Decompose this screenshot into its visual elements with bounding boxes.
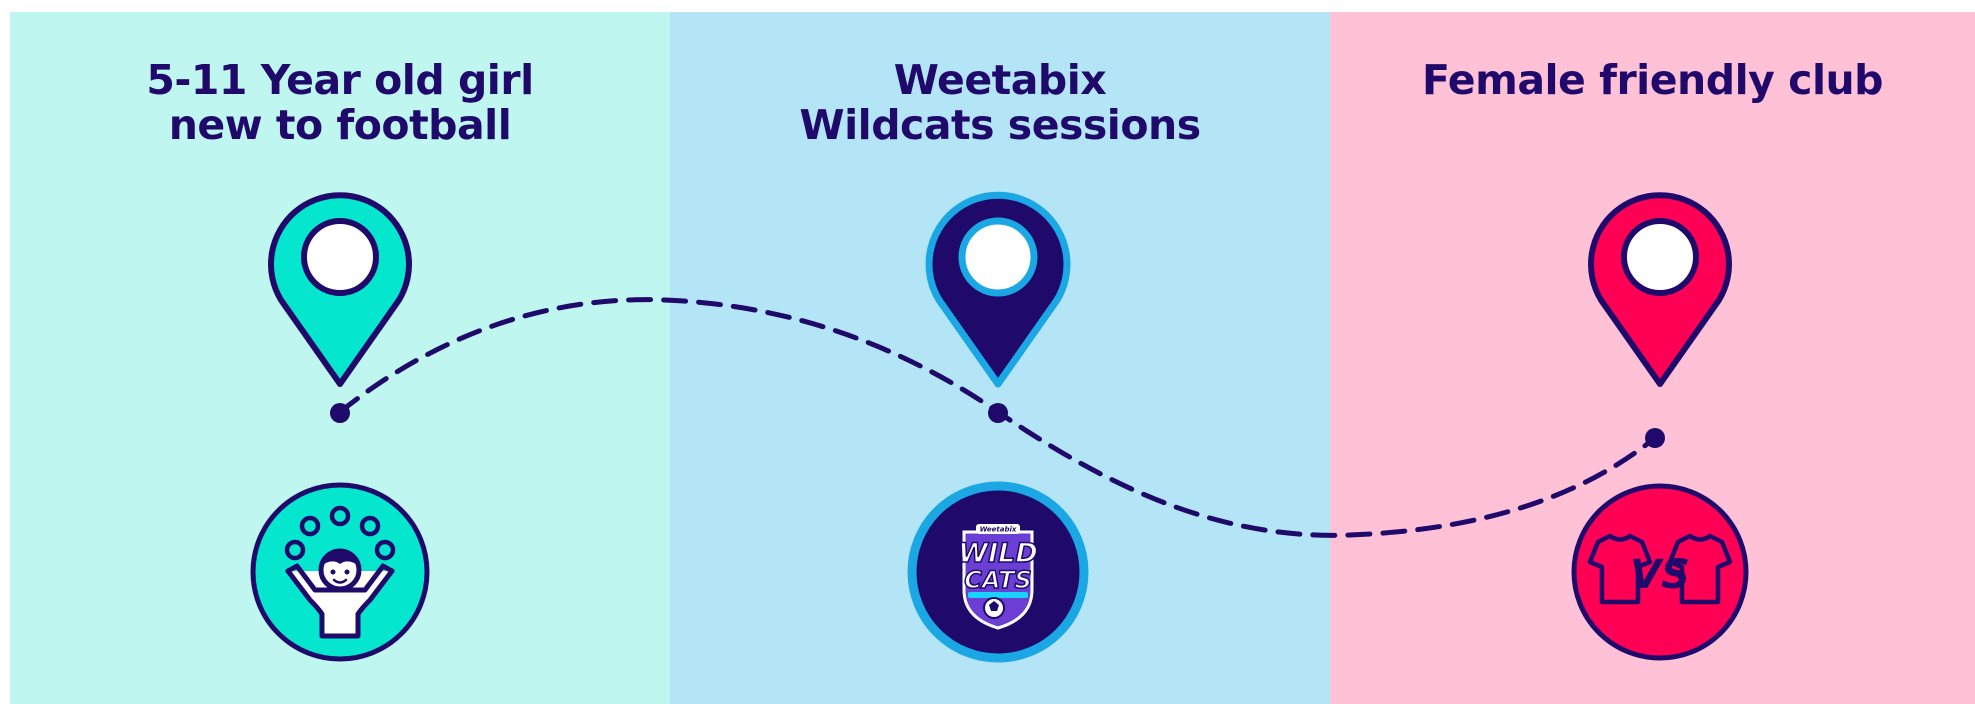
journey-diagram: 5-11 Year old girl new to football Weeta… bbox=[0, 0, 1975, 704]
route-dot-club bbox=[1645, 428, 1665, 448]
wildcats-brand-text: Weetabix bbox=[980, 526, 1017, 534]
wildcats-line2-text: CATS bbox=[964, 566, 1032, 594]
journey-graphics: Weetabix WILD CATS VS bbox=[250, 191, 1749, 663]
location-pin-teal-icon bbox=[268, 192, 412, 387]
location-pin-navy-icon bbox=[925, 191, 1071, 388]
location-pin-pink-icon bbox=[1588, 192, 1732, 387]
wildcats-badge-icon: Weetabix WILD CATS bbox=[907, 481, 1089, 663]
wildcats-line1-text: WILD bbox=[958, 538, 1037, 569]
vs-label: VS bbox=[1630, 552, 1690, 598]
route-dot-wildcats bbox=[988, 403, 1008, 423]
route-dot-girl bbox=[330, 403, 350, 423]
girl-juggling-balls-icon bbox=[250, 482, 430, 662]
football-shirts-vs-icon: VS bbox=[1571, 483, 1749, 661]
